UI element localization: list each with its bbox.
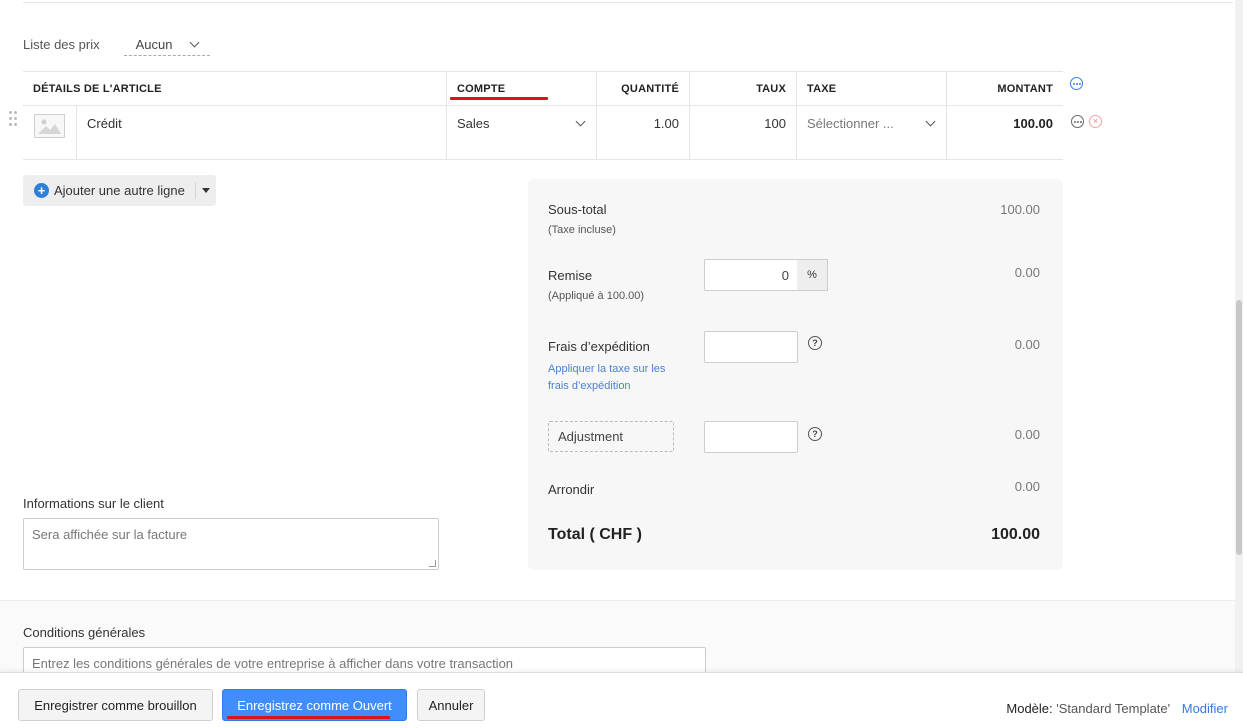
highlight-underline (450, 97, 548, 100)
rounding-value: 0.00 (1014, 479, 1040, 494)
discount-input[interactable]: 0 (704, 259, 798, 291)
rounding-label: Arrondir (548, 482, 595, 497)
subtotal-label: Sous-total (548, 202, 607, 217)
template-name: 'Standard Template' (1056, 701, 1171, 716)
item-image[interactable] (23, 106, 77, 159)
items-table: DÉTAILS DE L'ARTICLE COMPTE QUANTITÉ TAU… (23, 71, 1063, 160)
adjustment-input[interactable] (704, 421, 798, 453)
totals-panel: Sous-total (Taxe incluse) 100.00 Remise … (528, 179, 1063, 570)
discount-value: 0.00 (1014, 265, 1040, 280)
row-options-icon[interactable] (1071, 115, 1084, 128)
table-row: Crédit Sales 1.00 100 Sélectionner ... 1… (23, 106, 1063, 159)
top-divider (23, 0, 1233, 3)
add-line-dropdown[interactable] (194, 182, 216, 199)
plus-circle-icon: + (34, 183, 49, 198)
caret-down-icon (201, 188, 210, 193)
header-amount: MONTANT (997, 82, 1053, 95)
amount-value: 100.00 (1013, 116, 1053, 131)
quantity-input[interactable]: 1.00 (597, 106, 690, 159)
add-line-main[interactable]: + Ajouter une autre ligne (23, 183, 195, 198)
customer-info-placeholder: Sera affichée sur la facture (32, 527, 188, 542)
add-line-label: Ajouter une autre ligne (54, 183, 185, 198)
price-list-select[interactable]: Aucun (123, 33, 210, 56)
column-options-icon[interactable] (1070, 77, 1083, 90)
help-icon[interactable]: ? (808, 427, 822, 441)
customer-info-textarea[interactable]: Sera affichée sur la facture (23, 518, 439, 570)
header-tax: TAXE (797, 72, 947, 105)
tax-select[interactable]: Sélectionner ... (797, 106, 947, 159)
cancel-button[interactable]: Annuler (417, 689, 485, 721)
item-cell: Crédit (23, 106, 447, 159)
terms-section: Conditions générales Entrez les conditio… (0, 600, 1235, 677)
highlight-underline (227, 716, 390, 719)
footer-bar: Enregistrer comme brouillon Enregistrez … (0, 672, 1243, 728)
remove-row-icon[interactable]: × (1089, 115, 1102, 128)
rate-input[interactable]: 100 (690, 106, 797, 159)
total-row: Total ( CHF ) 100.00 (548, 526, 1040, 544)
terms-placeholder: Entrez les conditions générales de votre… (32, 656, 514, 671)
add-line-button[interactable]: + Ajouter une autre ligne (23, 175, 216, 206)
account-value: Sales (457, 116, 490, 131)
save-draft-button[interactable]: Enregistrer comme brouillon (18, 689, 213, 721)
discount-unit[interactable]: % (797, 259, 828, 291)
page-scrollbar[interactable] (1235, 0, 1243, 672)
shipping-tax-link[interactable]: Appliquer la taxe sur les frais d’expédi… (548, 361, 688, 395)
header-item-details: DÉTAILS DE L'ARTICLE (23, 72, 447, 105)
chevron-down-icon (925, 116, 936, 127)
discount-note: (Appliqué à 100.00) (548, 290, 645, 302)
total-value: 100.00 (991, 526, 1040, 543)
header-account: COMPTE (447, 72, 597, 105)
chevron-down-icon (189, 37, 200, 47)
table-header: DÉTAILS DE L'ARTICLE COMPTE QUANTITÉ TAU… (23, 72, 1063, 106)
template-info: Modèle: 'Standard Template' Modifier (1006, 701, 1228, 716)
header-quantity: QUANTITÉ (597, 72, 690, 105)
adjustment-value: 0.00 (1014, 427, 1040, 442)
shipping-label: Frais d’expédition (548, 339, 650, 354)
price-list-label: Liste des prix (23, 37, 100, 52)
modify-template-link[interactable]: Modifier (1182, 701, 1228, 716)
terms-label: Conditions générales (23, 625, 146, 640)
customer-info-label: Informations sur le client (23, 496, 164, 511)
subtotal-value: 100.00 (1000, 202, 1040, 217)
chevron-down-icon (575, 116, 586, 127)
tax-value: Sélectionner ... (807, 116, 894, 131)
shipping-input[interactable] (704, 331, 798, 363)
resize-handle-icon[interactable] (429, 560, 436, 567)
discount-label: Remise (548, 268, 593, 283)
item-name[interactable]: Crédit (77, 106, 132, 159)
shipping-value: 0.00 (1014, 337, 1040, 352)
scrollbar-thumb[interactable] (1236, 300, 1242, 555)
header-rate: TAUX (690, 72, 797, 105)
price-list: Liste des prix Aucun (23, 33, 210, 56)
help-icon[interactable]: ? (808, 336, 822, 350)
drag-handle-icon[interactable] (9, 111, 19, 127)
subtotal-note: (Taxe incluse) (548, 224, 616, 236)
account-select[interactable]: Sales (447, 106, 597, 159)
price-list-value: Aucun (135, 36, 173, 52)
image-placeholder-icon (34, 114, 65, 138)
total-label: Total ( CHF ) (548, 526, 642, 543)
template-label: Modèle: (1006, 701, 1053, 716)
adjustment-label-input[interactable]: Adjustment (548, 421, 674, 452)
